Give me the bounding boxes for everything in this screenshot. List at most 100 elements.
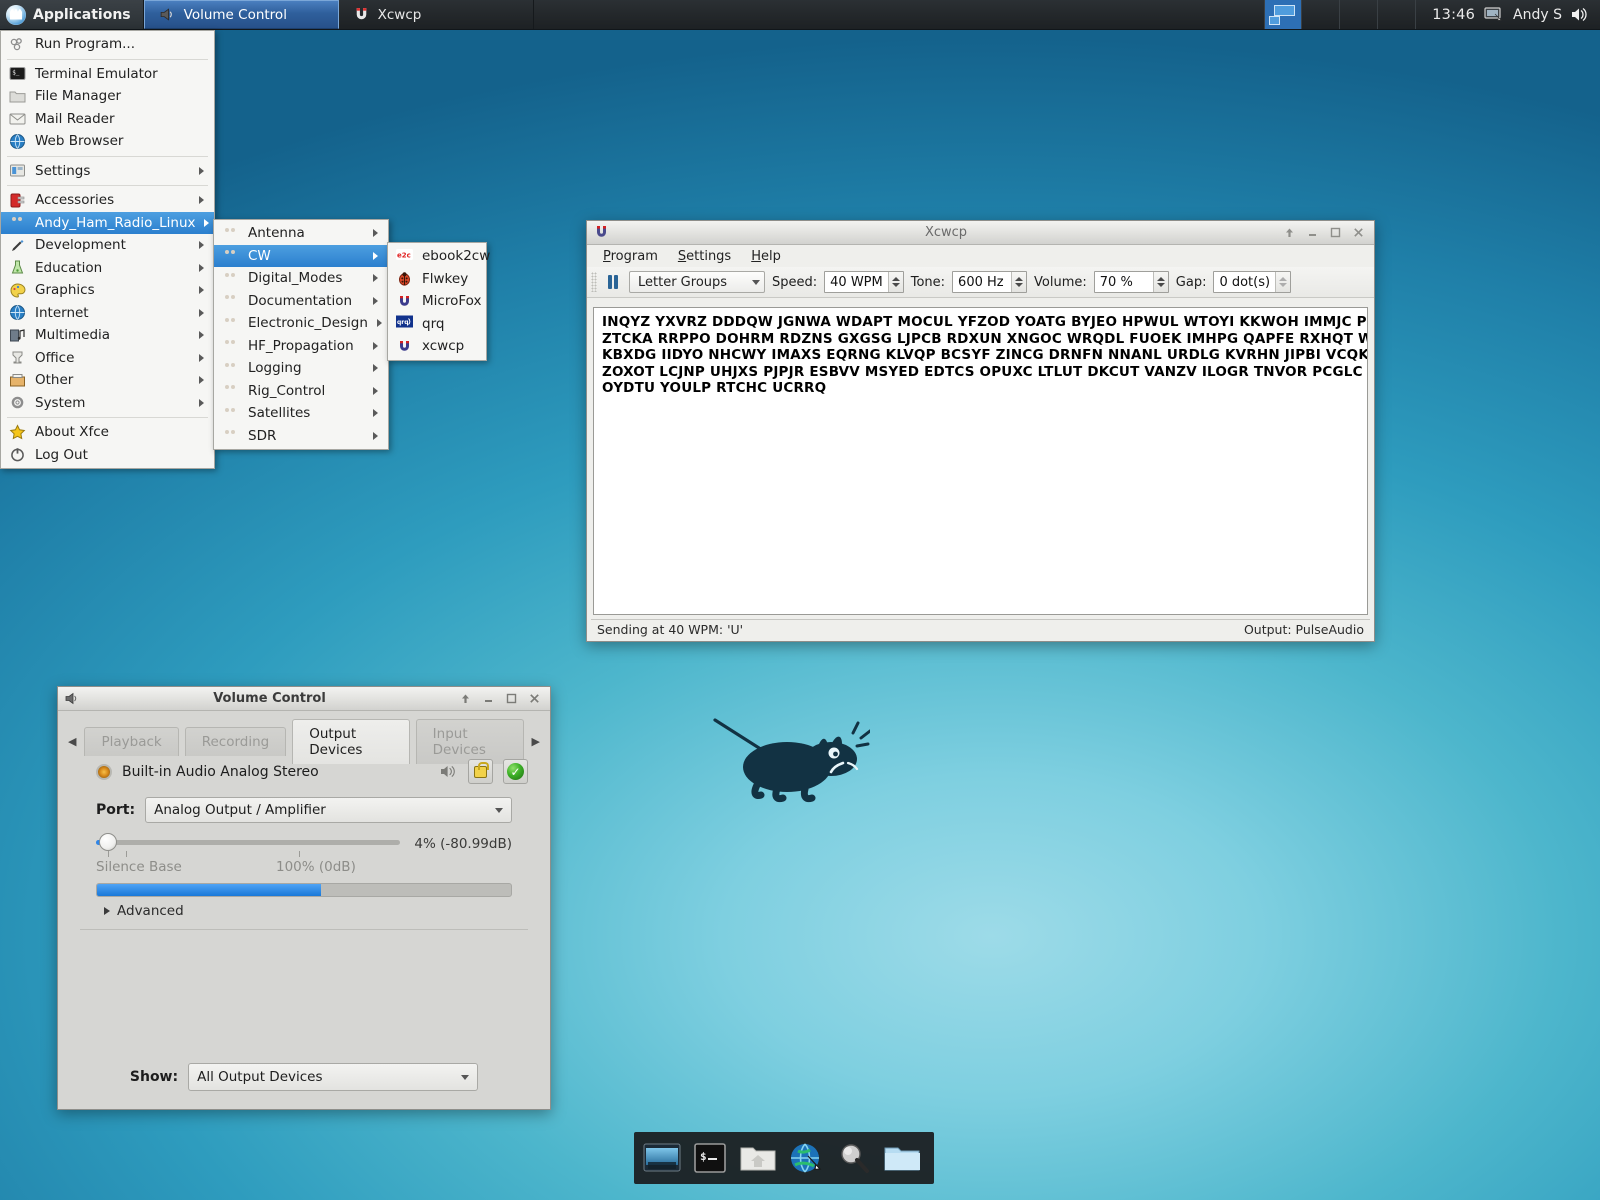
minimize-icon[interactable]: [1305, 226, 1319, 240]
maximize-icon[interactable]: [504, 692, 518, 706]
maximize-icon[interactable]: [1328, 226, 1342, 240]
text-line: KBXDG IIDYO NHCWY IMAXS EQRNG KLVQP BCSY…: [602, 347, 1368, 363]
menu-item-education[interactable]: Education: [1, 257, 214, 280]
minimize-icon[interactable]: [481, 692, 495, 706]
gap-value[interactable]: 0 dot(s): [1214, 272, 1275, 292]
workspace-1[interactable]: [1264, 0, 1303, 29]
submenu-item-xcwcp[interactable]: xcwcp: [388, 335, 486, 358]
submenu-item-hf-propagation[interactable]: HF_Propagation: [214, 335, 388, 358]
menu-item-run-program[interactable]: Run Program...: [1, 33, 214, 56]
show-combo[interactable]: All Output Devices: [188, 1063, 479, 1091]
taskbar-item-volume-control[interactable]: Volume Control: [143, 0, 339, 29]
gap-spinner[interactable]: 0 dot(s): [1213, 271, 1292, 293]
slider-scale-labels: Silence Base 100% (0dB): [96, 859, 400, 877]
submenu-item-sdr[interactable]: SDR: [214, 425, 388, 448]
submenu-item-logging[interactable]: Logging: [214, 357, 388, 380]
taskbar-item-xcwcp[interactable]: Xcwcp: [339, 0, 534, 29]
speed-value[interactable]: 40 WPM: [825, 272, 888, 292]
advanced-expander[interactable]: Advanced: [58, 897, 550, 919]
menu-item-andy-ham-radio-linux[interactable]: Andy_Ham_Radio_Linux: [1, 211, 214, 234]
menu-item-multimedia[interactable]: Multimedia: [1, 324, 214, 347]
submenu-item-microfox[interactable]: MicroFox: [388, 290, 486, 313]
tone-stepper[interactable]: [1011, 272, 1027, 292]
speaker-icon[interactable]: [439, 763, 458, 780]
slider-knob[interactable]: [99, 833, 117, 851]
volume-spinner[interactable]: 70 %: [1093, 271, 1169, 293]
workspace-2[interactable]: [1302, 0, 1341, 29]
submenu-item-documentation[interactable]: Documentation: [214, 290, 388, 313]
volume-control-titlebar[interactable]: Volume Control: [58, 687, 550, 711]
menu-help[interactable]: Help: [743, 247, 789, 266]
submenu-item-rig-control[interactable]: Rig_Control: [214, 380, 388, 403]
set-default-button[interactable]: [503, 759, 528, 784]
close-icon[interactable]: [1351, 226, 1365, 240]
menu-item-web-browser[interactable]: Web Browser: [1, 130, 214, 153]
volume-value[interactable]: 70 %: [1095, 272, 1153, 292]
terminal-icon[interactable]: $: [690, 1138, 730, 1178]
submenu-item-cw[interactable]: CW: [214, 244, 388, 267]
ham-radio-submenu[interactable]: Antenna CW Digital_Modes Documentation E…: [213, 219, 389, 450]
submenu-item-qrq[interactable]: qrq qrq: [388, 313, 486, 336]
gap-stepper[interactable]: [1275, 272, 1291, 292]
tone-spinner[interactable]: 600 Hz: [952, 271, 1028, 293]
menu-item-accessories[interactable]: Accessories: [1, 189, 214, 212]
menu-item-terminal-emulator[interactable]: $_ Terminal Emulator: [1, 63, 214, 86]
menu-item-about-xfce[interactable]: About Xfce: [1, 421, 214, 444]
menu-item-settings[interactable]: Settings: [1, 160, 214, 183]
lock-button[interactable]: [468, 759, 493, 784]
workspace-3[interactable]: [1340, 0, 1379, 29]
volume-stepper[interactable]: [1152, 272, 1168, 292]
clock[interactable]: 13:46: [1432, 7, 1475, 23]
submenu-item-flwkey[interactable]: Flwkey: [388, 268, 486, 291]
menu-item-graphics[interactable]: Graphics: [1, 279, 214, 302]
applications-menu-button[interactable]: Applications: [0, 0, 144, 29]
menu-item-file-manager[interactable]: File Manager: [1, 85, 214, 108]
xcwcp-toolbar[interactable]: Letter Groups Speed: 40 WPM Tone: 600 Hz…: [587, 267, 1374, 298]
volume-icon[interactable]: [1571, 6, 1590, 23]
volume-slider[interactable]: [96, 833, 401, 851]
show-desktop-icon[interactable]: [642, 1138, 682, 1178]
workspace-4[interactable]: [1378, 0, 1417, 29]
shade-icon[interactable]: [1282, 226, 1296, 240]
menu-item-internet[interactable]: Internet: [1, 302, 214, 325]
menu-program[interactable]: Program: [595, 247, 666, 266]
web-browser-icon[interactable]: [786, 1138, 826, 1178]
menu-item-development[interactable]: Development: [1, 234, 214, 257]
toolbar-grip[interactable]: [591, 272, 597, 292]
speed-stepper[interactable]: [887, 272, 903, 292]
mode-combo[interactable]: Letter Groups: [629, 271, 765, 293]
menu-settings[interactable]: Settings: [670, 247, 739, 266]
display-icon[interactable]: [1484, 6, 1504, 23]
xcwcp-titlebar[interactable]: Xcwcp: [587, 221, 1374, 245]
close-icon[interactable]: [527, 692, 541, 706]
folder-icon[interactable]: [882, 1138, 922, 1178]
menu-item-mail-reader[interactable]: Mail Reader: [1, 108, 214, 131]
pause-icon[interactable]: [604, 275, 622, 289]
bottom-dock[interactable]: $: [634, 1132, 934, 1184]
shade-icon[interactable]: [458, 692, 472, 706]
xcwcp-text-area[interactable]: INQYZ YXVRZ DDDQW JGNWA WDAPT MOCUL YFZO…: [593, 307, 1368, 615]
menu-item-log-out[interactable]: Log Out: [1, 444, 214, 467]
submenu-item-satellites[interactable]: Satellites: [214, 402, 388, 425]
menu-item-label: Mail Reader: [35, 110, 115, 127]
applications-menu[interactable]: Run Program... $_ Terminal Emulator File…: [0, 30, 215, 469]
cw-submenu[interactable]: e2c ebook2cw Flwkey MicroFox qrq qrq xcw…: [387, 242, 490, 361]
menu-item-office[interactable]: Office: [1, 347, 214, 370]
system-tray: 13:46 Andy S: [1416, 0, 1600, 29]
file-manager-icon[interactable]: [738, 1138, 778, 1178]
menu-item-system[interactable]: System: [1, 392, 214, 415]
menu-item-other[interactable]: Other: [1, 369, 214, 392]
volume-control-window[interactable]: Volume Control ◀ Playback Recording Outp…: [57, 686, 551, 1110]
workspace-pager[interactable]: [1264, 0, 1417, 29]
submenu-item-ebook2cw[interactable]: e2c ebook2cw: [388, 245, 490, 268]
username-label[interactable]: Andy S: [1513, 7, 1562, 23]
search-icon[interactable]: [834, 1138, 874, 1178]
submenu-item-digital-modes[interactable]: Digital_Modes: [214, 267, 388, 290]
submenu-item-antenna[interactable]: Antenna: [214, 222, 388, 245]
xcwcp-menubar[interactable]: Program Settings Help: [587, 245, 1374, 267]
xcwcp-window[interactable]: Xcwcp Program Settings Help Letter Group…: [586, 220, 1375, 642]
tone-value[interactable]: 600 Hz: [953, 272, 1011, 292]
port-combo[interactable]: Analog Output / Amplifier: [145, 797, 512, 823]
submenu-item-electronic-design[interactable]: Electronic_Design: [214, 312, 388, 335]
speed-spinner[interactable]: 40 WPM: [824, 271, 904, 293]
